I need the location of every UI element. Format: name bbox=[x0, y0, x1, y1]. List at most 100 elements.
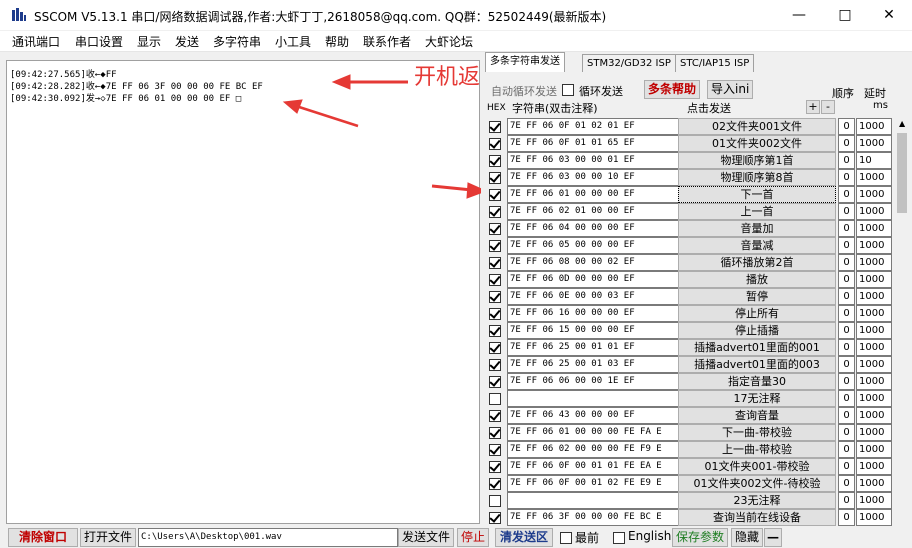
hex-checkbox[interactable] bbox=[489, 223, 501, 235]
hex-string-input[interactable]: 7E FF 06 08 00 00 02 EF bbox=[507, 254, 679, 271]
scrollbar-thumb[interactable] bbox=[897, 133, 907, 213]
order-input[interactable]: 0 bbox=[838, 339, 855, 356]
send-button[interactable]: 循环播放第2首 bbox=[678, 254, 836, 271]
hex-checkbox[interactable] bbox=[489, 121, 501, 133]
send-button[interactable]: 物理顺序第8首 bbox=[678, 169, 836, 186]
delay-input[interactable]: 1000 bbox=[856, 135, 892, 152]
send-file-button[interactable]: 发送文件 bbox=[398, 528, 454, 547]
hex-string-input[interactable]: 7E FF 06 16 00 00 00 EF bbox=[507, 305, 679, 322]
delay-input[interactable]: 1000 bbox=[856, 237, 892, 254]
order-input[interactable]: 0 bbox=[838, 288, 855, 305]
delay-input[interactable]: 1000 bbox=[856, 458, 892, 475]
hex-string-input[interactable]: 7E FF 06 43 00 00 00 EF bbox=[507, 407, 679, 424]
hex-checkbox[interactable] bbox=[489, 376, 501, 388]
delay-input[interactable]: 1000 bbox=[856, 118, 892, 135]
send-button[interactable]: 插播advert01里面的003 bbox=[678, 356, 836, 373]
tab-stc-isp[interactable]: STC/IAP15 ISP bbox=[675, 54, 755, 72]
send-button[interactable]: 上一首 bbox=[678, 203, 836, 220]
delay-input[interactable]: 1000 bbox=[856, 220, 892, 237]
hide-button[interactable]: 隐藏 bbox=[731, 528, 763, 547]
order-input[interactable]: 0 bbox=[838, 186, 855, 203]
hex-string-input[interactable]: 7E FF 06 05 00 00 00 EF bbox=[507, 237, 679, 254]
hex-string-input[interactable] bbox=[507, 390, 679, 407]
hex-checkbox[interactable] bbox=[489, 495, 501, 507]
delay-input[interactable]: 1000 bbox=[856, 186, 892, 203]
delay-input[interactable]: 1000 bbox=[856, 407, 892, 424]
send-button[interactable]: 01文件夹002文件 bbox=[678, 135, 836, 152]
order-input[interactable]: 0 bbox=[838, 475, 855, 492]
order-input[interactable]: 0 bbox=[838, 458, 855, 475]
order-input[interactable]: 0 bbox=[838, 322, 855, 339]
delay-input[interactable]: 1000 bbox=[856, 305, 892, 322]
hex-checkbox[interactable] bbox=[489, 427, 501, 439]
hex-string-input[interactable]: 7E FF 06 03 00 00 01 EF bbox=[507, 152, 679, 169]
hex-checkbox[interactable] bbox=[489, 274, 501, 286]
hex-checkbox[interactable] bbox=[489, 410, 501, 422]
hex-checkbox[interactable] bbox=[489, 240, 501, 252]
clear-window-button[interactable]: 清除窗口 bbox=[8, 528, 78, 547]
order-input[interactable]: 0 bbox=[838, 169, 855, 186]
hex-string-input[interactable]: 7E FF 06 0D 00 00 00 EF bbox=[507, 271, 679, 288]
loop-send-checkbox[interactable] bbox=[562, 84, 574, 96]
order-input[interactable]: 0 bbox=[838, 356, 855, 373]
send-button[interactable]: 物理顺序第1首 bbox=[678, 152, 836, 169]
stop-button[interactable]: 停止 bbox=[457, 528, 489, 547]
hex-checkbox[interactable] bbox=[489, 444, 501, 456]
hex-string-input[interactable]: 7E FF 06 0E 00 00 03 EF bbox=[507, 288, 679, 305]
send-button[interactable]: 17无注释 bbox=[678, 390, 836, 407]
order-input[interactable]: 0 bbox=[838, 424, 855, 441]
hex-string-input[interactable]: 7E FF 06 02 01 00 00 EF bbox=[507, 203, 679, 220]
multi-help-button[interactable]: 多条帮助 bbox=[644, 80, 701, 99]
order-input[interactable]: 0 bbox=[838, 407, 855, 424]
send-button[interactable]: 23无注释 bbox=[678, 492, 836, 509]
hex-checkbox[interactable] bbox=[489, 478, 501, 490]
order-input[interactable]: 0 bbox=[838, 441, 855, 458]
hex-checkbox[interactable] bbox=[489, 155, 501, 167]
collapse-button[interactable]: — bbox=[764, 528, 782, 547]
tab-stm32-isp[interactable]: STM32/GD32 ISP bbox=[582, 54, 676, 72]
delay-input[interactable]: 1000 bbox=[856, 373, 892, 390]
order-input[interactable]: 0 bbox=[838, 492, 855, 509]
delay-input[interactable]: 10 bbox=[856, 152, 892, 169]
send-button[interactable]: 02文件夹001文件 bbox=[678, 118, 836, 135]
hex-string-input[interactable]: 7E FF 06 04 00 00 00 EF bbox=[507, 220, 679, 237]
delay-input[interactable]: 1000 bbox=[856, 424, 892, 441]
hex-checkbox[interactable] bbox=[489, 461, 501, 473]
send-button[interactable]: 播放 bbox=[678, 271, 836, 288]
order-input[interactable]: 0 bbox=[838, 118, 855, 135]
hex-string-input[interactable]: 7E FF 06 03 00 00 10 EF bbox=[507, 169, 679, 186]
order-input[interactable]: 0 bbox=[838, 373, 855, 390]
hex-checkbox[interactable] bbox=[489, 393, 501, 405]
hex-checkbox[interactable] bbox=[489, 257, 501, 269]
hex-string-input[interactable]: 7E FF 06 15 00 00 00 EF bbox=[507, 322, 679, 339]
order-input[interactable]: 0 bbox=[838, 509, 855, 526]
send-button[interactable]: 插播advert01里面的001 bbox=[678, 339, 836, 356]
send-button[interactable]: 下一首 bbox=[678, 186, 836, 203]
delay-input[interactable]: 1000 bbox=[856, 492, 892, 509]
delay-input[interactable]: 1000 bbox=[856, 441, 892, 458]
order-input[interactable]: 0 bbox=[838, 203, 855, 220]
hex-string-input[interactable]: 7E FF 06 25 00 01 03 EF bbox=[507, 356, 679, 373]
remove-row-button[interactable]: - bbox=[821, 100, 835, 114]
delay-input[interactable]: 1000 bbox=[856, 339, 892, 356]
send-button[interactable]: 停止插播 bbox=[678, 322, 836, 339]
import-ini-button[interactable]: 导入ini bbox=[707, 80, 754, 99]
order-input[interactable]: 0 bbox=[838, 152, 855, 169]
hex-checkbox[interactable] bbox=[489, 308, 501, 320]
send-button[interactable]: 01文件夹001-带校验 bbox=[678, 458, 836, 475]
send-button[interactable]: 上一曲-带校验 bbox=[678, 441, 836, 458]
send-button[interactable]: 查询音量 bbox=[678, 407, 836, 424]
hex-string-input[interactable]: 7E FF 06 25 00 01 01 EF bbox=[507, 339, 679, 356]
hex-checkbox[interactable] bbox=[489, 291, 501, 303]
hex-checkbox[interactable] bbox=[489, 206, 501, 218]
delay-input[interactable]: 1000 bbox=[856, 288, 892, 305]
delay-input[interactable]: 1000 bbox=[856, 390, 892, 407]
send-button[interactable]: 音量减 bbox=[678, 237, 836, 254]
hex-checkbox[interactable] bbox=[489, 342, 501, 354]
hex-string-input[interactable]: 7E FF 06 01 00 00 00 FE FA E bbox=[507, 424, 679, 441]
send-button[interactable]: 暂停 bbox=[678, 288, 836, 305]
hex-string-input[interactable]: 7E FF 06 0F 01 01 65 EF bbox=[507, 135, 679, 152]
open-file-button[interactable]: 打开文件 bbox=[80, 528, 136, 547]
hex-string-input[interactable]: 7E FF 06 0F 00 01 02 FE E9 E bbox=[507, 475, 679, 492]
save-params-button[interactable]: 保存参数 bbox=[672, 528, 728, 547]
